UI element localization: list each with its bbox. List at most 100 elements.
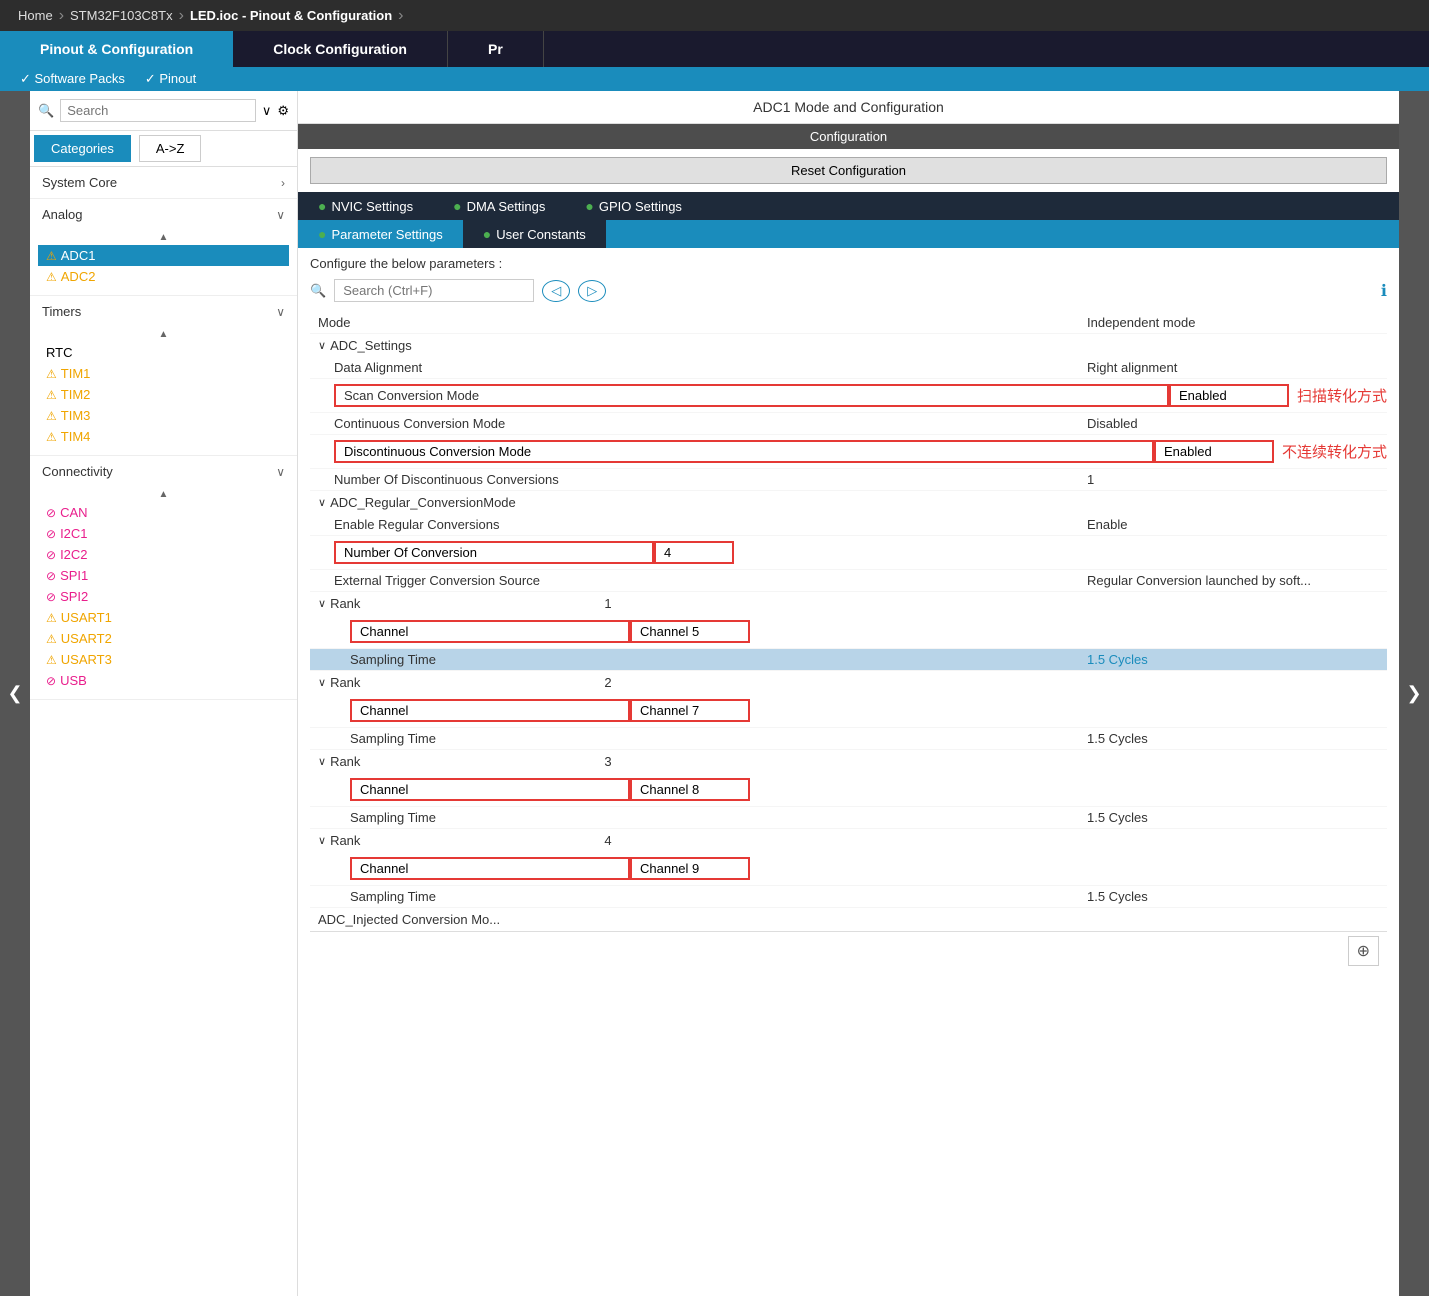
spi1-label: SPI1: [60, 568, 88, 583]
usart1-label: USART1: [61, 610, 112, 625]
sidebar-item-i2c1[interactable]: ⊘ I2C1: [38, 523, 289, 544]
sidebar-item-usart1[interactable]: ⚠ USART1: [38, 607, 289, 628]
adc-regular-section-label[interactable]: ∨ ADC_Regular_ConversionMode: [310, 491, 1387, 514]
sub-tab-software-packs[interactable]: ✓ Software Packs: [20, 71, 125, 87]
sidebar-item-spi2[interactable]: ⊘ SPI2: [38, 586, 289, 607]
adc-settings-section-label[interactable]: ∨ ADC_Settings: [310, 334, 1387, 357]
sidebar-tab-az[interactable]: A->Z: [139, 135, 202, 162]
sidebar-item-tim1[interactable]: ⚠ TIM1: [38, 363, 289, 384]
settings-gear-icon[interactable]: ⚙: [277, 103, 289, 119]
right-arrow-button[interactable]: ❯: [1399, 91, 1429, 1296]
settings-tabs: ● NVIC Settings ● DMA Settings ● GPIO Se…: [298, 192, 1399, 220]
settings-tab-parameter[interactable]: ● Parameter Settings: [298, 220, 463, 248]
sidebar-item-usb[interactable]: ⊘ USB: [38, 670, 289, 691]
search-next-button[interactable]: ▷: [578, 280, 606, 302]
sidebar-section-header-connectivity[interactable]: Connectivity ∨: [30, 456, 297, 487]
adc-regular-chevron: ∨: [318, 496, 326, 509]
sidebar-item-i2c2[interactable]: ⊘ I2C2: [38, 544, 289, 565]
continuous-label: Continuous Conversion Mode: [310, 416, 1087, 431]
num-discontinuous-label: Number Of Discontinuous Conversions: [310, 472, 1087, 487]
adc-injected-section-label[interactable]: ADC_Injected Conversion Mo...: [310, 908, 1387, 931]
sidebar-tab-categories[interactable]: Categories: [34, 135, 131, 162]
ext-trigger-label: External Trigger Conversion Source: [310, 573, 1087, 588]
discontinuous-annotation: 不连续转化方式: [1282, 441, 1387, 462]
settings-tab-dma[interactable]: ● DMA Settings: [433, 192, 565, 220]
main-tab-bar: Pinout & Configuration Clock Configurati…: [0, 31, 1429, 67]
sidebar-section-header-timers[interactable]: Timers ∨: [30, 296, 297, 327]
tab-pinout[interactable]: Pinout & Configuration: [0, 31, 233, 67]
rank4-chevron: ∨: [318, 834, 326, 847]
user-const-check-icon: ●: [483, 226, 491, 242]
rank4-section-label[interactable]: ∨ Rank 4: [310, 829, 1387, 852]
breadcrumb-home[interactable]: Home: [12, 6, 59, 25]
rank4-value: 4: [604, 833, 611, 848]
rank4-channel-value: Channel 9: [630, 857, 750, 880]
timers-items: ▲ RTC ⚠ TIM1 ⚠ TIM2 ⚠ TIM3: [30, 327, 297, 455]
connectivity-scroll-up[interactable]: ▲: [159, 489, 169, 500]
param-search-bar: 🔍 ◁ ▷ ℹ: [310, 279, 1387, 302]
user-const-tab-label: User Constants: [496, 227, 586, 242]
left-arrow-button[interactable]: ❮: [0, 91, 30, 1296]
system-core-label: System Core: [42, 175, 117, 190]
sidebar-item-tim3[interactable]: ⚠ TIM3: [38, 405, 289, 426]
sidebar-item-adc1[interactable]: ⚠ ADC1: [38, 245, 289, 266]
rank1-chevron: ∨: [318, 597, 326, 610]
rank3-label: Rank: [330, 754, 360, 769]
data-alignment-label: Data Alignment: [310, 360, 1087, 375]
rtc-label: RTC: [46, 345, 72, 360]
search-input[interactable]: [60, 99, 256, 122]
sub-tab-pinout[interactable]: ✓ Pinout: [145, 71, 196, 87]
content-area: ADC1 Mode and Configuration Configuratio…: [298, 91, 1399, 1296]
search-prev-button[interactable]: ◁: [542, 280, 570, 302]
breadcrumb-device[interactable]: STM32F103C8Tx: [64, 6, 179, 25]
search-dropdown-icon[interactable]: ∨: [262, 103, 272, 119]
param-row-data-alignment: Data Alignment Right alignment: [310, 357, 1387, 379]
sidebar-item-adc2[interactable]: ⚠ ADC2: [38, 266, 289, 287]
connectivity-items: ▲ ⊘ CAN ⊘ I2C1 ⊘ I2C2 ⊘: [30, 487, 297, 699]
sidebar-item-tim2[interactable]: ⚠ TIM2: [38, 384, 289, 405]
timers-scroll: ▲: [38, 327, 289, 342]
analog-scroll-up[interactable]: ▲: [159, 232, 169, 243]
timers-chevron: ∨: [276, 305, 285, 319]
tab-clock[interactable]: Clock Configuration: [233, 31, 448, 67]
rank1-sampling-label: Sampling Time: [310, 652, 1087, 667]
timers-label: Timers: [42, 304, 81, 319]
rank1-channel-value: Channel 5: [630, 620, 750, 643]
rank2-section-label[interactable]: ∨ Rank 2: [310, 671, 1387, 694]
rank2-channel-label: Channel: [350, 699, 630, 722]
content-title: ADC1 Mode and Configuration: [298, 91, 1399, 124]
rank3-sampling-label: Sampling Time: [310, 810, 1087, 825]
num-conversion-value: 4: [654, 541, 734, 564]
reset-configuration-button[interactable]: Reset Configuration: [310, 157, 1387, 184]
rank3-section-label[interactable]: ∨ Rank 3: [310, 750, 1387, 773]
num-conversion-label: Number Of Conversion: [334, 541, 654, 564]
can-disabled-icon: ⊘: [46, 506, 56, 520]
spi2-label: SPI2: [60, 589, 88, 604]
param-search-input[interactable]: [334, 279, 534, 302]
sidebar-section-header-analog[interactable]: Analog ∨: [30, 199, 297, 230]
sidebar-item-can[interactable]: ⊘ CAN: [38, 502, 289, 523]
right-arrow-icon: ❯: [1406, 683, 1421, 704]
scan-conversion-label: Scan Conversion Mode: [334, 384, 1169, 407]
rank1-section-label[interactable]: ∨ Rank 1: [310, 592, 1387, 615]
settings-tab-gpio[interactable]: ● GPIO Settings: [565, 192, 702, 220]
sidebar-section-header-system-core[interactable]: System Core ›: [30, 167, 297, 198]
param-row-continuous: Continuous Conversion Mode Disabled: [310, 413, 1387, 435]
sidebar-item-rtc[interactable]: RTC: [38, 342, 289, 363]
spi1-disabled-icon: ⊘: [46, 569, 56, 583]
timers-scroll-up[interactable]: ▲: [159, 329, 169, 340]
param-check-icon: ●: [318, 226, 326, 242]
dma-tab-label: DMA Settings: [467, 199, 546, 214]
breadcrumb-sep3: ›: [398, 7, 403, 25]
tab-project[interactable]: Pr: [448, 31, 544, 67]
breadcrumb-file: LED.ioc - Pinout & Configuration: [184, 6, 398, 25]
settings-tab-user-constants[interactable]: ● User Constants: [463, 220, 606, 248]
settings-tab-nvic[interactable]: ● NVIC Settings: [298, 192, 433, 220]
sidebar-item-usart2[interactable]: ⚠ USART2: [38, 628, 289, 649]
sidebar-item-spi1[interactable]: ⊘ SPI1: [38, 565, 289, 586]
rank4-channel-label: Channel: [350, 857, 630, 880]
sidebar-item-tim4[interactable]: ⚠ TIM4: [38, 426, 289, 447]
usb-disabled-icon: ⊘: [46, 674, 56, 688]
zoom-in-button[interactable]: ⊕: [1348, 936, 1379, 966]
sidebar-item-usart3[interactable]: ⚠ USART3: [38, 649, 289, 670]
